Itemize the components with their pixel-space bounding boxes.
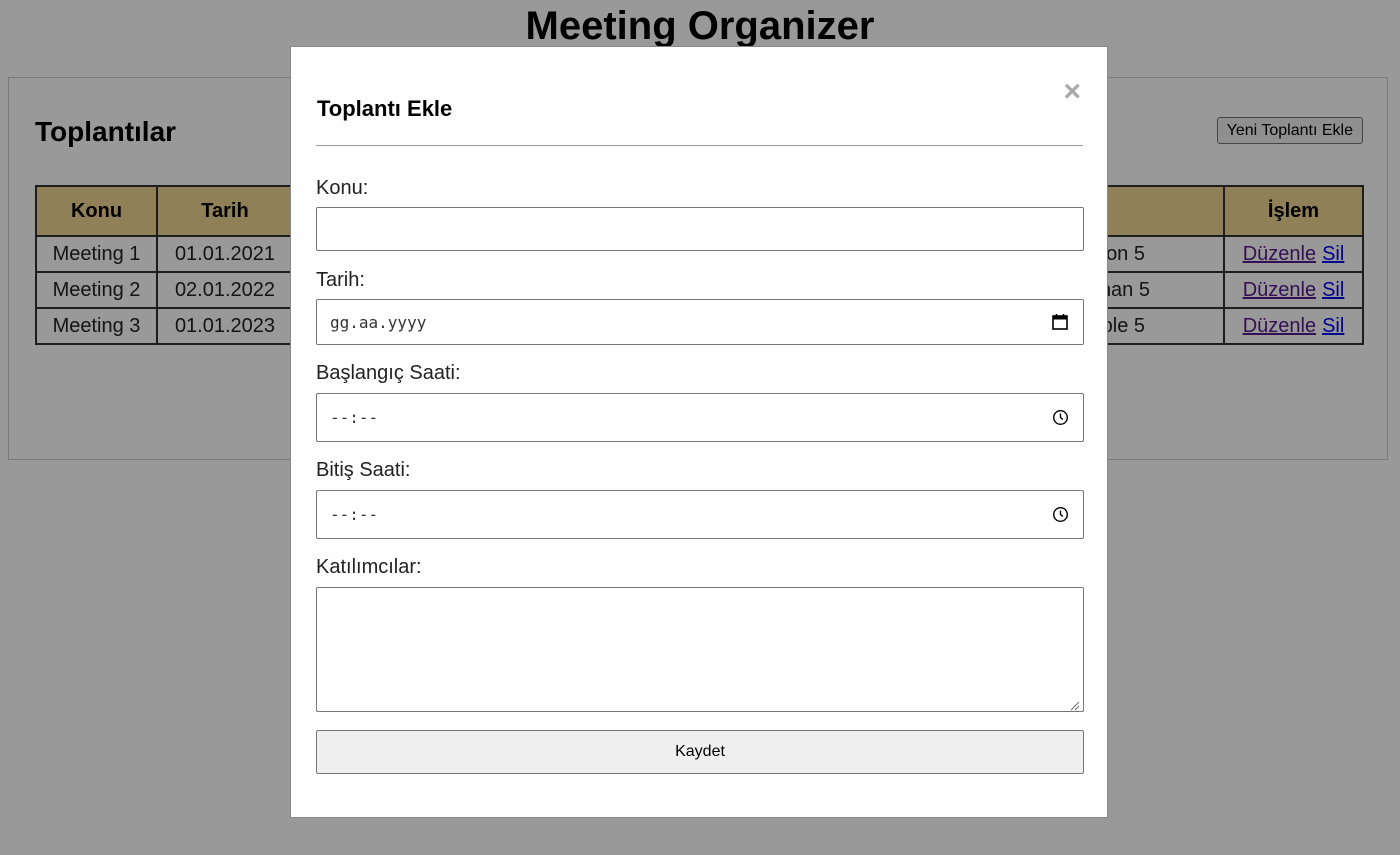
- save-button[interactable]: Kaydet: [316, 730, 1084, 774]
- modal-divider: [316, 145, 1083, 146]
- baslangic-placeholder: --:--: [330, 408, 379, 427]
- modal-title: Toplantı Ekle: [317, 96, 453, 121]
- bitis-placeholder: --:--: [330, 505, 379, 524]
- clock-icon[interactable]: [1052, 409, 1069, 431]
- resize-grip-icon[interactable]: [1070, 698, 1080, 711]
- tarih-input[interactable]: gg.aa.yyyy: [316, 299, 1084, 345]
- calendar-icon[interactable]: [1051, 313, 1069, 336]
- add-meeting-modal: × Toplantı Ekle Konu: Tarih: gg.aa.yyyy …: [290, 46, 1108, 818]
- clock-icon[interactable]: [1052, 506, 1069, 528]
- bitis-label: Bitiş Saati:: [316, 459, 411, 481]
- baslangic-label: Başlangıç Saati:: [316, 362, 461, 384]
- baslangic-input[interactable]: --:--: [316, 393, 1084, 442]
- tarih-placeholder: gg.aa.yyyy: [330, 313, 427, 332]
- bitis-input[interactable]: --:--: [316, 490, 1084, 539]
- tarih-label: Tarih:: [316, 269, 365, 291]
- konu-label: Konu:: [316, 177, 369, 199]
- katilimcilar-label: Katılımcılar:: [316, 556, 422, 578]
- katilimcilar-textarea[interactable]: [316, 587, 1084, 712]
- konu-input[interactable]: [316, 207, 1084, 251]
- close-icon[interactable]: ×: [1063, 77, 1081, 107]
